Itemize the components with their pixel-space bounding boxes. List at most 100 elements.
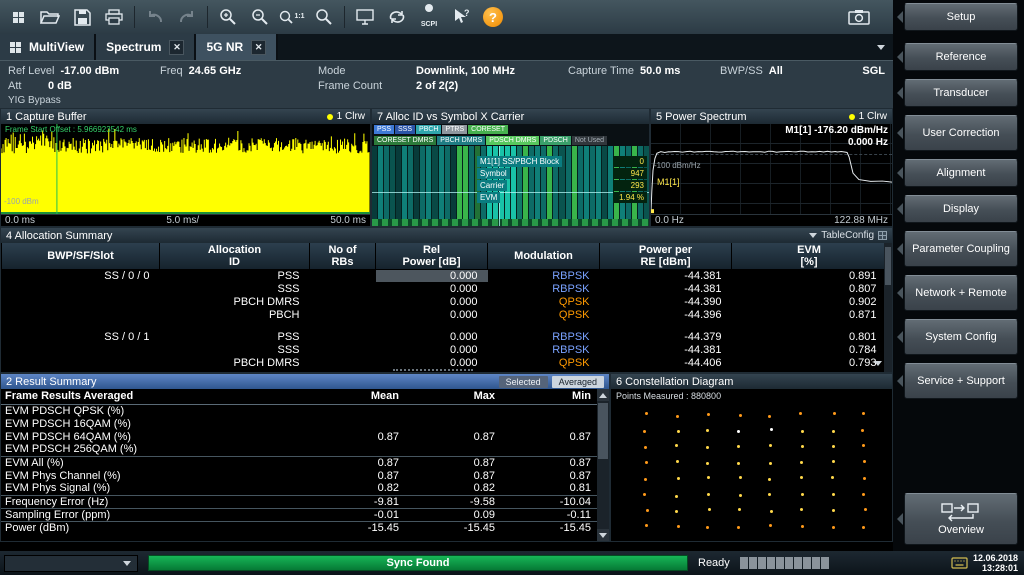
scroll-down-indicator[interactable] <box>874 353 882 371</box>
close-icon[interactable]: ✕ <box>169 40 184 55</box>
close-icon[interactable]: ✕ <box>251 40 266 55</box>
vertical-scrollbar[interactable] <box>884 243 892 372</box>
tab-spectrum[interactable]: Spectrum ✕ <box>96 34 196 60</box>
col-no-of-rbs[interactable]: No of RBs <box>310 243 376 269</box>
result-row-evm-pdsch-64qam[interactable]: EVM PDSCH 64QAM (%)0.870.870.87 <box>1 430 597 443</box>
zoom-reset-icon[interactable] <box>245 3 275 31</box>
result-label: Power (dBm) <box>1 521 309 534</box>
col-bwp-sf-slot[interactable]: BWP/SF/Slot <box>2 243 160 269</box>
zoom-one-to-one-icon[interactable]: 1:1 <box>277 3 307 31</box>
result-row-evm-pdsch-256qam[interactable]: EVM PDSCH 256QAM (%) <box>1 443 597 456</box>
undo-icon[interactable] <box>140 3 170 31</box>
result-summary-header[interactable]: 2 Result Summary Selected Averaged <box>1 374 609 389</box>
mode-setting[interactable]: ModeDownlink, 100 MHz <box>318 65 568 77</box>
result-min: -10.04 <box>501 495 597 508</box>
power-spectrum-header[interactable]: 5 Power Spectrum 1 Clrw <box>651 109 892 124</box>
panel-title: 1 Capture Buffer <box>6 111 87 123</box>
softkey-display[interactable]: Display <box>904 195 1018 223</box>
softkey-user-correction[interactable]: User Correction <box>904 115 1018 151</box>
softkey-parameter-coupling[interactable]: Parameter Coupling <box>904 231 1018 267</box>
softkey-service-support[interactable]: Service + Support <box>904 363 1018 399</box>
col-frame-results: Frame Results Averaged <box>1 389 309 404</box>
table-config-button[interactable]: TableConfig <box>809 230 887 241</box>
redo-icon[interactable] <box>172 3 202 31</box>
context-help-icon[interactable]: ? <box>446 3 476 31</box>
help-icon[interactable]: ? <box>478 3 508 31</box>
vertical-scrollbar[interactable] <box>597 389 609 541</box>
power-spectrum-plot[interactable]: M1[1] -176.20 dBm/Hz 0.000 Hz -100 dBm/H… <box>651 124 892 226</box>
print-icon[interactable] <box>99 3 129 31</box>
softkey-setup[interactable]: Setup <box>904 3 1018 31</box>
display-icon[interactable] <box>350 3 380 31</box>
panel-title: 6 Constellation Diagram <box>616 376 733 388</box>
horizontal-scroll-indicator[interactable] <box>393 369 473 371</box>
scroll-down-button[interactable] <box>597 529 609 541</box>
result-row-power-dbm[interactable]: Power (dBm)-15.45-15.45-15.45 <box>1 521 597 534</box>
scrollbar-track[interactable] <box>597 401 609 529</box>
bwp-setting[interactable]: BWP/SSAll <box>720 65 840 77</box>
zoom-search-icon[interactable] <box>309 3 339 31</box>
clock-block[interactable]: 12.06.2018 13:28:01 <box>951 553 1020 573</box>
allocation-row[interactable]: SSS0.000RBPSK-44.3810.807 <box>2 282 887 295</box>
constellation-point <box>861 429 864 432</box>
allocation-row[interactable]: SSS0.000RBPSK-44.3810.784 <box>2 343 887 356</box>
allocation-summary-header[interactable]: 4 Allocation Summary TableConfig <box>1 228 892 243</box>
save-icon[interactable] <box>67 3 97 31</box>
result-row-frequency-error-hz[interactable]: Frequency Error (Hz)-9.81-9.58-10.04 <box>1 495 597 508</box>
softkey-system-config[interactable]: System Config <box>904 319 1018 355</box>
alloc-grid-column <box>420 146 425 219</box>
allocation-row[interactable]: PBCH0.000QPSK-44.3960.871 <box>2 308 887 321</box>
result-row-evm-pdsch-qpsk[interactable]: EVM PDSCH QPSK (%) <box>1 404 597 417</box>
windows-logo-icon[interactable] <box>3 3 33 31</box>
softkey-network-remote[interactable]: Network + Remote <box>904 275 1018 311</box>
ref-level-setting[interactable]: Ref Level-17.00 dBm <box>8 65 160 77</box>
tab-5g-nr[interactable]: 5G NR ✕ <box>196 34 278 60</box>
allocation-row[interactable]: SS / 0 / 0PSS0.000RBPSK-44.3810.891 <box>2 269 887 282</box>
refresh-icon[interactable] <box>382 3 412 31</box>
col-allocation-id[interactable]: Allocation ID <box>160 243 310 269</box>
open-folder-icon[interactable] <box>35 3 65 31</box>
scroll-up-button[interactable] <box>597 389 609 401</box>
status-date: 12.06.2018 <box>973 553 1018 563</box>
result-row-evm-pdsch-16qam[interactable]: EVM PDSCH 16QAM (%) <box>1 417 597 430</box>
zoom-area-icon[interactable] <box>213 3 243 31</box>
scrollbar-thumb[interactable] <box>598 403 608 459</box>
softkey-transducer[interactable]: Transducer <box>904 79 1018 107</box>
capture-time-setting[interactable]: Capture Time50.0 ms <box>568 65 720 77</box>
softkey-reference[interactable]: Reference <box>904 43 1018 71</box>
tab-multiview[interactable]: MultiView <box>0 34 96 60</box>
allocation-row[interactable]: SS / 0 / 1PSS0.000RBPSK-44.3790.801 <box>2 330 887 343</box>
col-power-per-re[interactable]: Power per RE [dBm] <box>600 243 732 269</box>
status-dropdown[interactable] <box>4 555 138 572</box>
scrollbar-thumb[interactable] <box>885 247 891 285</box>
col-rel-power[interactable]: Rel Power [dB] <box>376 243 488 269</box>
view-tab-averaged[interactable]: Averaged <box>552 376 604 388</box>
scpi-recorder-icon[interactable]: SCPI <box>414 3 444 31</box>
result-row-evm-all[interactable]: EVM All (%)0.870.870.87 <box>1 456 597 469</box>
result-mean <box>309 417 405 430</box>
tab-bar: MultiView Spectrum ✕ 5G NR ✕ <box>0 34 893 60</box>
constellation-point <box>801 525 804 528</box>
capture-buffer-header[interactable]: 1 Capture Buffer 1 Clrw <box>1 109 370 124</box>
frame-count-setting[interactable]: Frame Count2 of 2(2) <box>318 80 568 92</box>
legend-pss: PSS <box>374 125 394 134</box>
freq-setting[interactable]: Freq24.65 GHz <box>160 65 318 77</box>
col-modulation[interactable]: Modulation <box>488 243 600 269</box>
constellation-plot[interactable]: Points Measured : 880800 <box>611 389 892 541</box>
constellation-header[interactable]: 6 Constellation Diagram <box>611 374 892 389</box>
softkey-alignment[interactable]: Alignment <box>904 159 1018 187</box>
allocation-row[interactable]: PBCH DMRS0.000QPSK-44.3900.902 <box>2 295 887 308</box>
result-row-sampling-error-ppm[interactable]: Sampling Error (ppm)-0.010.09-0.11 <box>1 508 597 521</box>
view-tab-selected[interactable]: Selected <box>499 376 548 388</box>
allocation-row[interactable]: PBCH DMRS0.000QPSK-44.4060.793 <box>2 356 887 369</box>
alloc-map-plot[interactable]: M1[1] SS/PBCH Block0 Symbol947 Carrier29… <box>372 146 649 226</box>
att-setting[interactable]: Att0 dB <box>8 80 160 92</box>
result-row-evm-phys-signal[interactable]: EVM Phys Signal (%)0.820.820.81 <box>1 482 597 495</box>
alloc-map-header[interactable]: 7 Alloc ID vs Symbol X Carrier <box>372 109 649 124</box>
col-evm[interactable]: EVM [%] <box>732 243 887 269</box>
result-row-evm-phys-channel[interactable]: EVM Phys Channel (%)0.870.870.87 <box>1 469 597 482</box>
capture-buffer-plot[interactable]: Frame Start Offset : 5.966923542 ms -100… <box>1 124 370 226</box>
tab-overflow-button[interactable] <box>869 34 893 60</box>
softkey-overview[interactable]: Overview <box>904 493 1018 545</box>
camera-icon[interactable] <box>844 3 874 31</box>
